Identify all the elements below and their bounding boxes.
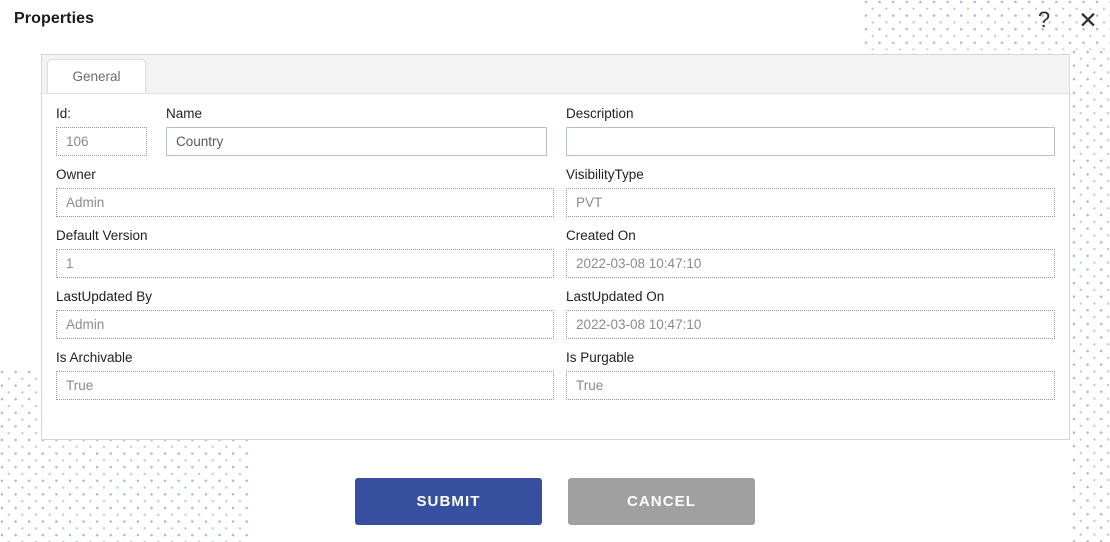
field-id-label: Id:: [56, 106, 72, 121]
field-name-input[interactable]: Country: [166, 127, 547, 156]
field-is-archivable-input[interactable]: True: [56, 371, 554, 400]
close-icon[interactable]: ✕: [1074, 6, 1102, 34]
field-is-archivable-label: Is Archivable: [56, 350, 133, 365]
form-column-right: Description: [565, 106, 1055, 156]
page-title: Properties: [14, 10, 95, 27]
field-created-on: Created On 2022-03-08 10:47:10: [565, 228, 1055, 278]
field-owner: Owner Admin: [56, 167, 554, 217]
properties-form: Id: 106 Name Country Description Owner A…: [42, 94, 1069, 400]
field-lastupdated-on-input[interactable]: 2022-03-08 10:47:10: [565, 310, 1055, 339]
field-description: Description: [565, 106, 1055, 156]
form-column-right: VisibilityType PVT: [565, 167, 1055, 217]
field-is-purgable: Is Purgable True: [565, 350, 1055, 400]
dialog-footer: SUBMIT CANCEL: [0, 478, 1110, 525]
form-column-left: Owner Admin: [56, 167, 566, 217]
help-icon[interactable]: ?: [1030, 6, 1058, 34]
field-description-label: Description: [565, 106, 634, 121]
tab-general-label: General: [72, 69, 121, 84]
tab-bar: General: [42, 55, 1069, 94]
field-owner-label: Owner: [56, 167, 96, 182]
form-row-5: Is Archivable True Is Purgable True: [56, 350, 1055, 400]
form-row-4: LastUpdated By Admin LastUpdated On 2022…: [56, 289, 1055, 339]
field-lastupdated-by-input[interactable]: Admin: [56, 310, 554, 339]
field-id-input[interactable]: 106: [56, 127, 147, 156]
form-row-1: Id: 106 Name Country Description: [56, 106, 1055, 156]
field-created-on-input[interactable]: 2022-03-08 10:47:10: [565, 249, 1055, 278]
form-row-2: Owner Admin VisibilityType PVT: [56, 167, 1055, 217]
decorative-dot-pattern-right: [1072, 50, 1110, 542]
field-visibilitytype: VisibilityType PVT: [565, 167, 1055, 217]
field-owner-input[interactable]: Admin: [56, 188, 554, 217]
field-is-purgable-label: Is Purgable: [565, 350, 635, 365]
form-column-left: Default Version 1: [56, 228, 566, 278]
field-visibilitytype-input[interactable]: PVT: [565, 188, 1055, 217]
field-is-archivable: Is Archivable True: [56, 350, 554, 400]
field-description-input[interactable]: [565, 127, 1055, 156]
cancel-button[interactable]: CANCEL: [568, 478, 755, 525]
form-column-right: Is Purgable True: [565, 350, 1055, 400]
field-name-label: Name: [166, 106, 203, 121]
form-column-left: Id: 106 Name Country: [56, 106, 566, 156]
form-column-left: LastUpdated By Admin: [56, 289, 566, 339]
form-column-right: LastUpdated On 2022-03-08 10:47:10: [565, 289, 1055, 339]
form-column-right: Created On 2022-03-08 10:47:10: [565, 228, 1055, 278]
field-lastupdated-by-label: LastUpdated By: [56, 289, 153, 304]
field-visibilitytype-label: VisibilityType: [565, 167, 644, 182]
form-row-3: Default Version 1 Created On 2022-03-08 …: [56, 228, 1055, 278]
field-lastupdated-on: LastUpdated On 2022-03-08 10:47:10: [565, 289, 1055, 339]
field-default-version: Default Version 1: [56, 228, 554, 278]
field-name: Name Country: [166, 106, 547, 156]
form-column-left: Is Archivable True: [56, 350, 566, 400]
field-created-on-label: Created On: [565, 228, 636, 243]
dialog-header: Properties ? ✕: [0, 0, 1110, 42]
submit-button[interactable]: SUBMIT: [355, 478, 542, 525]
field-lastupdated-on-label: LastUpdated On: [565, 289, 665, 304]
tab-general[interactable]: General: [47, 59, 146, 93]
properties-panel: General Id: 106 Name Country Description…: [41, 54, 1070, 440]
field-is-purgable-input[interactable]: True: [565, 371, 1055, 400]
field-lastupdated-by: LastUpdated By Admin: [56, 289, 554, 339]
field-default-version-label: Default Version: [56, 228, 148, 243]
field-id: Id: 106: [56, 106, 147, 156]
field-default-version-input[interactable]: 1: [56, 249, 554, 278]
